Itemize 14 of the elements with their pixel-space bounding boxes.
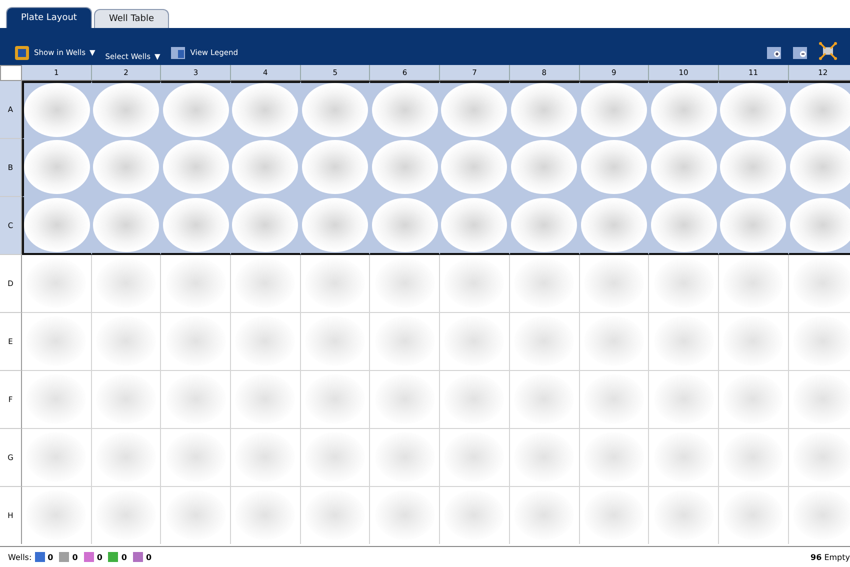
well-count: 0 — [72, 552, 78, 562]
tab[interactable]: Well Table — [94, 8, 170, 28]
well-count: 0 — [48, 552, 54, 562]
fit-to-window-icon — [818, 40, 838, 61]
empty-summary: 96 Empty — [810, 552, 850, 562]
zoom-in-icon — [766, 44, 782, 61]
well-count: 0 — [121, 552, 127, 562]
legend-icon — [170, 44, 186, 61]
wells-label: Wells: — [8, 552, 32, 562]
well-count: 0 — [146, 552, 152, 562]
grid-corner — [0, 64, 22, 81]
well-count: 0 — [96, 552, 102, 562]
zoom-out-icon — [792, 44, 808, 61]
tab[interactable]: Plate Layout — [6, 6, 92, 28]
